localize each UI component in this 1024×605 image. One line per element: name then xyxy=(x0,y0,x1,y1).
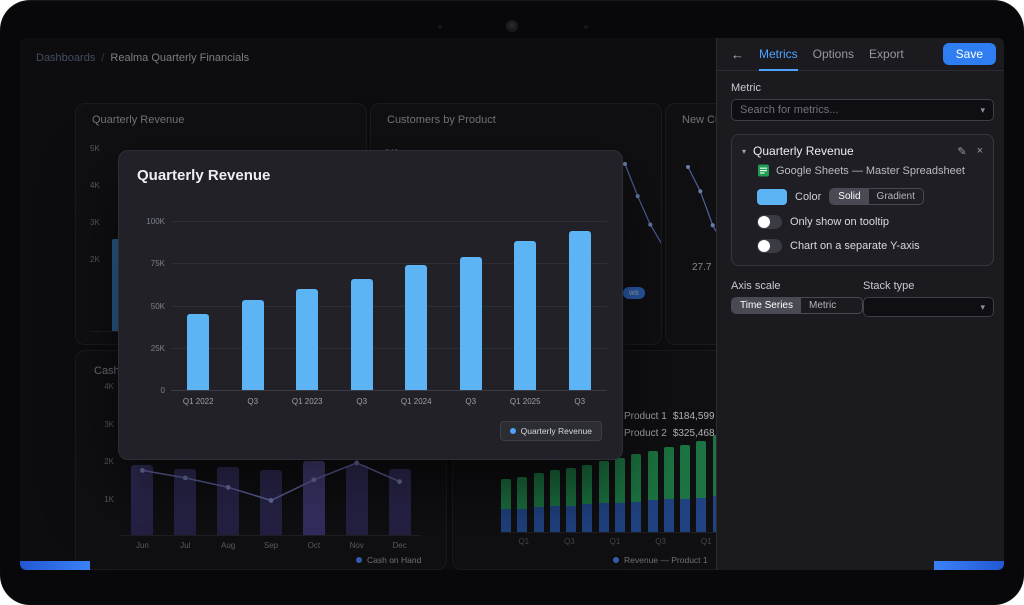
x-axis-tick: Q3 xyxy=(356,397,368,406)
stack-type-select[interactable]: ▾ xyxy=(863,297,994,317)
bottom-accent-left xyxy=(20,561,90,570)
fill-gradient-option[interactable]: Gradient xyxy=(869,189,923,204)
panel-header: ← Metrics Options Export Save xyxy=(717,38,1004,71)
revenue-bar[interactable] xyxy=(514,241,537,390)
axis-scale-label: Axis scale xyxy=(731,280,781,292)
x-axis-tick: Q3 xyxy=(247,397,259,406)
tab-options[interactable]: Options xyxy=(813,38,854,71)
app-screen: Dashboards / Realma Quarterly Financials… xyxy=(20,38,1004,570)
revenue-bar[interactable] xyxy=(296,288,319,390)
metric-card-actions: ✎ × xyxy=(957,145,983,158)
fill-style-segment: Solid Gradient xyxy=(829,188,924,205)
color-swatch[interactable] xyxy=(757,188,787,205)
y-axis-tick: 100K xyxy=(146,217,165,226)
search-placeholder: Search for metrics... xyxy=(740,104,839,116)
y-axis-tick: 75K xyxy=(150,259,165,269)
toggle-label: Chart on a separate Y-axis xyxy=(790,240,920,252)
x-axis-tick: Q1 2022 xyxy=(182,397,214,406)
gridline xyxy=(171,390,607,391)
toggle-knob xyxy=(758,216,770,228)
y-axis-tick: 0 xyxy=(160,386,165,395)
stack-type-label: Stack type xyxy=(863,280,915,292)
settings-panel: ← Metrics Options Export Save Metric Sea… xyxy=(716,38,1004,570)
panel-columns: Axis scale Time Series Metric Stack type… xyxy=(731,280,994,317)
revenue-bar[interactable] xyxy=(241,300,264,390)
x-axis-tick: Q1 2024 xyxy=(400,397,432,406)
toggle-knob xyxy=(758,240,770,252)
gridline xyxy=(171,305,607,307)
sensor-dot-icon xyxy=(584,25,588,29)
save-button[interactable]: Save xyxy=(942,43,996,65)
legend-label: Quarterly Revenue xyxy=(520,426,592,436)
modal-chart-legend[interactable]: Quarterly Revenue xyxy=(499,421,602,441)
collapse-chevron-icon[interactable]: ▾ xyxy=(742,147,746,156)
google-sheets-icon xyxy=(758,164,769,177)
back-arrow-icon[interactable]: ← xyxy=(731,47,744,62)
chevron-down-icon: ▾ xyxy=(980,301,985,312)
revenue-bar[interactable] xyxy=(187,314,210,390)
separate-yaxis-toggle[interactable] xyxy=(757,239,782,253)
panel-body: Metric Search for metrics... ▾ ▾ Quarter… xyxy=(717,71,1004,317)
metric-source-row: Google Sheets — Master Spreadsheet xyxy=(757,164,983,177)
sensor-dot-icon xyxy=(438,25,442,29)
x-axis-tick: Q3 xyxy=(465,397,477,406)
modal-title: Quarterly Revenue xyxy=(137,167,271,184)
metric-source-label: Google Sheets — Master Spreadsheet xyxy=(776,164,965,177)
y-axis-tick: 25K xyxy=(150,343,165,353)
tab-metrics[interactable]: Metrics xyxy=(759,38,798,71)
tablet-frame: Dashboards / Realma Quarterly Financials… xyxy=(0,0,1024,605)
gridline xyxy=(171,347,607,349)
axis-scale-metric-option[interactable]: Metric xyxy=(801,298,844,313)
revenue-bar[interactable] xyxy=(568,231,591,390)
modal-chart-plot xyxy=(171,221,607,391)
toggle-label: Only show on tooltip xyxy=(790,216,890,228)
gridline xyxy=(171,221,607,222)
revenue-bar[interactable] xyxy=(459,256,482,390)
chart-detail-modal: Quarterly Revenue 0 25K 50K 75K 100K Q1 2022… xyxy=(118,150,623,460)
metric-card-header: ▾ Quarterly Revenue ✎ × xyxy=(742,144,983,158)
modal-chart-ylabels: 0 25K 50K 75K 100K xyxy=(133,217,165,395)
metric-card: ▾ Quarterly Revenue ✎ × Google Sheets — … xyxy=(731,134,994,266)
tooltip-toggle[interactable] xyxy=(757,215,782,229)
gridline xyxy=(171,263,607,265)
revenue-bar[interactable] xyxy=(350,278,373,390)
axis-scale-time-series-option[interactable]: Time Series xyxy=(732,298,801,313)
y-axis-tick: 50K xyxy=(150,301,165,311)
chevron-down-icon: ▾ xyxy=(980,104,985,115)
axis-scale-column: Axis scale Time Series Metric xyxy=(731,280,863,317)
separate-yaxis-toggle-row: Chart on a separate Y-axis xyxy=(757,239,983,253)
modal-chart-xlabels: Q1 2022 Q3 Q1 2023 Q3 Q1 2024 Q3 Q1 2025 Q3 xyxy=(171,397,607,409)
metric-color-row: Color Solid Gradient xyxy=(757,188,983,205)
edit-icon[interactable]: ✎ xyxy=(957,145,966,158)
metric-search-select[interactable]: Search for metrics... ▾ xyxy=(731,99,994,121)
camera-icon xyxy=(506,20,518,32)
fill-solid-option[interactable]: Solid xyxy=(830,189,869,204)
x-axis-tick: Q1 2023 xyxy=(291,397,323,406)
tab-export[interactable]: Export xyxy=(869,38,904,71)
legend-dot-icon xyxy=(509,428,516,434)
stack-type-column: Stack type ▾ xyxy=(863,280,994,317)
tooltip-toggle-row: Only show on tooltip xyxy=(757,215,983,229)
color-label: Color xyxy=(795,190,822,203)
axis-scale-segment: Time Series Metric xyxy=(731,297,863,314)
bottom-accent-right xyxy=(934,561,1004,570)
metric-title: Quarterly Revenue xyxy=(753,144,854,158)
metric-section-label: Metric xyxy=(731,82,761,94)
x-axis-tick: Q1 2025 xyxy=(509,397,541,406)
revenue-bar[interactable] xyxy=(405,264,428,390)
x-axis-tick: Q3 xyxy=(574,397,586,406)
close-icon[interactable]: × xyxy=(977,145,983,157)
